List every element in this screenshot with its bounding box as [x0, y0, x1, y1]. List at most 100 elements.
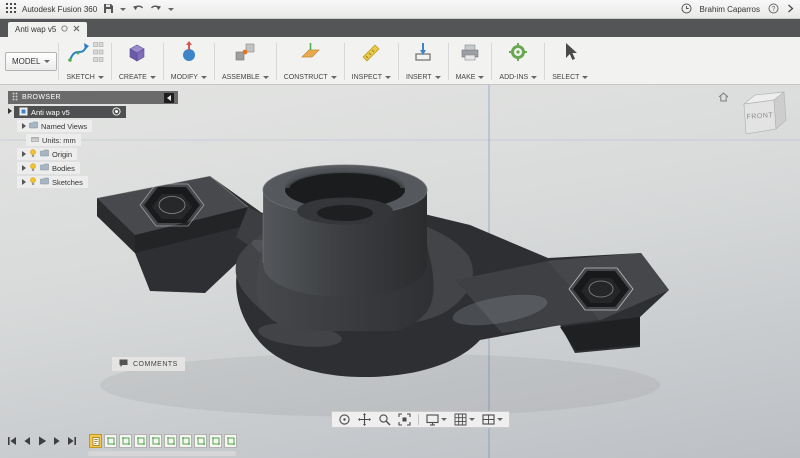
group-label-assemble: ASSEMBLE [221, 74, 260, 81]
app-grid-icon[interactable] [6, 3, 16, 15]
group-label-inspect: INSPECT [351, 74, 383, 81]
browser-panel: BROWSER Anti wap v5 Named Views Units: m… [8, 91, 178, 188]
save-icon[interactable] [103, 3, 114, 16]
toolbar-group-modify[interactable]: MODIFY [165, 39, 213, 84]
skip-start-icon[interactable] [6, 435, 17, 447]
construct-plane-icon[interactable] [299, 41, 321, 68]
modify-press-pull-icon[interactable] [178, 41, 200, 68]
timeline-feature-icon[interactable] [209, 434, 222, 448]
viewcube[interactable]: FRONT [718, 87, 794, 145]
comments-bar[interactable]: COMMENTS [112, 357, 185, 371]
user-account-button[interactable]: Brahim Caparros [700, 5, 760, 14]
home-icon[interactable] [718, 89, 729, 107]
view-navigation-bar [331, 411, 510, 428]
fit-icon[interactable] [398, 413, 411, 426]
expand-icon[interactable] [22, 151, 26, 157]
visibility-bulb-icon[interactable] [29, 162, 37, 174]
timeline-feature-icon[interactable] [119, 434, 132, 448]
expand-icon[interactable] [22, 179, 26, 185]
3d-viewport[interactable]: BROWSER Anti wap v5 Named Views Units: m… [0, 85, 800, 458]
sketch-tools-mini-icons[interactable] [92, 41, 104, 68]
chevron-down-icon [478, 76, 485, 79]
viewcube-cube[interactable]: FRONT [732, 87, 794, 145]
expand-icon[interactable] [22, 123, 26, 129]
expand-icon[interactable] [22, 165, 26, 171]
visibility-bulb-icon[interactable] [29, 176, 37, 188]
grid-settings-icon[interactable] [454, 413, 475, 426]
add-ins-gear-icon[interactable] [507, 41, 529, 68]
timeline-feature-icon[interactable] [134, 434, 147, 448]
unsaved-status-icon [61, 25, 68, 34]
expand-icon[interactable] [8, 108, 12, 114]
browser-item-label: Sketches [52, 177, 83, 187]
toolbar-group-assemble[interactable]: ASSEMBLE [216, 39, 275, 84]
clock-icon[interactable] [681, 3, 692, 16]
pan-icon[interactable] [358, 413, 371, 426]
drag-handle-icon[interactable] [12, 92, 18, 103]
browser-item-bodies[interactable]: Bodies [17, 162, 80, 174]
chevron-down-icon [531, 76, 538, 79]
display-settings-icon[interactable] [426, 413, 447, 426]
orbit-icon[interactable] [338, 413, 351, 426]
redo-caret-icon[interactable] [168, 7, 175, 11]
zoom-icon[interactable] [378, 413, 391, 426]
step-forward-icon[interactable] [51, 435, 62, 447]
group-label-insert: INSERT [406, 74, 432, 81]
visibility-bulb-icon[interactable] [29, 148, 37, 160]
timeline-scrollbar[interactable] [88, 451, 236, 456]
units-icon [31, 136, 39, 145]
expand-chevron-icon[interactable] [787, 4, 794, 15]
browser-header[interactable]: BROWSER [8, 91, 178, 104]
browser-item-origin[interactable]: Origin [17, 148, 78, 160]
redo-icon[interactable] [150, 3, 162, 15]
comment-bubble-icon [119, 359, 128, 370]
timeline [6, 434, 237, 448]
toolbar-group-add-ins[interactable]: ADD-INS [493, 39, 543, 84]
timeline-feature-icon[interactable] [224, 434, 237, 448]
browser-item-named-views[interactable]: Named Views [17, 120, 93, 132]
toolbar-group-construct[interactable]: CONSTRUCT [278, 39, 343, 84]
workspace-selector[interactable]: MODEL [5, 52, 58, 71]
toolbar-group-make[interactable]: MAKE [450, 39, 491, 84]
create-box-icon[interactable] [126, 41, 148, 68]
play-icon[interactable] [36, 435, 47, 447]
tab-close-icon[interactable] [73, 25, 80, 34]
timeline-feature-icon[interactable] [104, 434, 117, 448]
viewports-icon[interactable] [482, 413, 503, 426]
help-icon[interactable]: ? [768, 3, 779, 16]
model-part[interactable] [96, 164, 670, 378]
chevron-down-icon [200, 76, 207, 79]
save-caret-icon[interactable] [120, 7, 127, 11]
toolbar-group-select[interactable]: SELECT [546, 39, 594, 84]
inspect-measure-icon[interactable] [360, 41, 382, 68]
timeline-feature-icon[interactable] [89, 434, 102, 448]
timeline-feature-icon[interactable] [179, 434, 192, 448]
toolbar-group-insert[interactable]: INSERT [400, 39, 447, 84]
sketch-spline-icon[interactable] [67, 41, 90, 69]
make-printer-icon[interactable] [459, 41, 481, 68]
insert-arrow-icon[interactable] [412, 41, 434, 68]
timeline-feature-icon[interactable] [164, 434, 177, 448]
toolbar-divider [491, 43, 493, 80]
timeline-feature-icon[interactable] [149, 434, 162, 448]
step-back-icon[interactable] [21, 435, 32, 447]
assemble-joint-icon[interactable] [234, 41, 256, 68]
chevron-down-icon [497, 418, 503, 421]
skip-end-icon[interactable] [66, 435, 77, 447]
title-bar: Autodesk Fusion 360 Brahim Caparros ? [0, 0, 800, 19]
browser-item-root[interactable]: Anti wap v5 [14, 106, 126, 118]
browser-title: BROWSER [22, 94, 61, 101]
toolbar-group-sketch[interactable]: SKETCH [60, 39, 109, 84]
toolbar-group-inspect[interactable]: INSPECT [346, 39, 397, 84]
undo-icon[interactable] [132, 3, 144, 15]
document-tab[interactable]: Anti wap v5 [8, 22, 88, 37]
browser-item-sketches[interactable]: Sketches [17, 176, 88, 188]
toolbar-divider [398, 43, 400, 80]
timeline-feature-icon[interactable] [194, 434, 207, 448]
activate-radio-icon[interactable] [112, 106, 121, 118]
chevron-down-icon [385, 76, 392, 79]
select-cursor-icon[interactable] [559, 41, 581, 68]
browser-item-units[interactable]: Units: mm [26, 134, 81, 146]
toolbar-group-create[interactable]: CREATE [113, 39, 162, 84]
collapse-browser-icon[interactable] [164, 92, 174, 103]
